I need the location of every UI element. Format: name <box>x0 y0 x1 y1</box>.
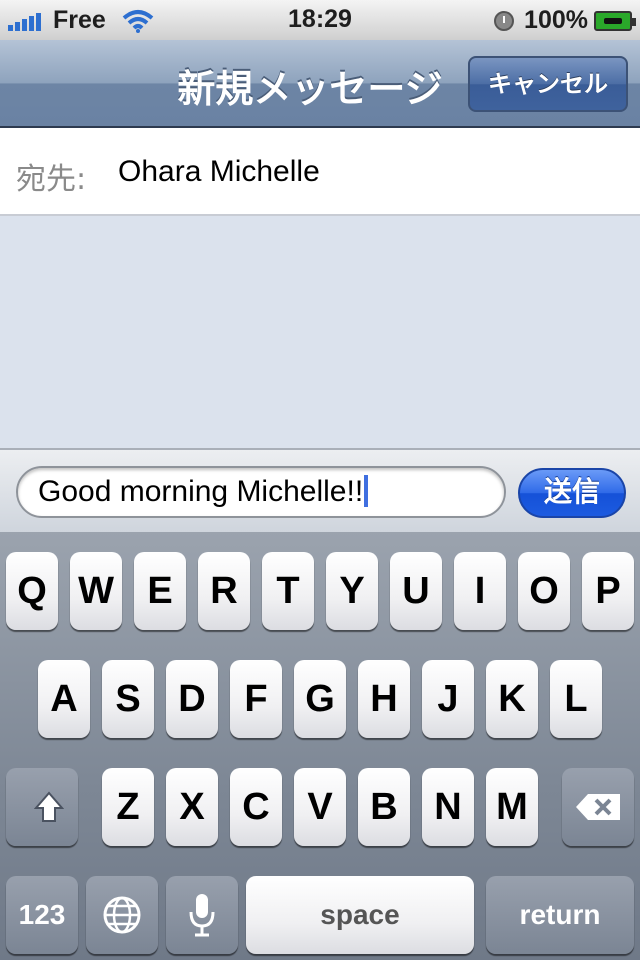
key-y[interactable]: Y <box>326 552 378 630</box>
key-m[interactable]: M <box>486 768 538 846</box>
backspace-icon <box>576 794 620 820</box>
backspace-key[interactable] <box>562 768 634 846</box>
compose-bar: Good morning Michelle!! 送信 <box>0 448 640 532</box>
microphone-key[interactable] <box>166 876 238 954</box>
page-title: 新規メッセージ <box>177 67 443 111</box>
key-q[interactable]: Q <box>6 552 58 630</box>
key-f[interactable]: F <box>230 660 282 738</box>
space-key[interactable]: space <box>246 876 474 954</box>
to-label: 宛先: <box>16 162 87 197</box>
battery-percentage: 100% <box>524 6 588 34</box>
navigation-bar: 新規メッセージ キャンセル <box>0 40 640 128</box>
key-p[interactable]: P <box>582 552 634 630</box>
message-text: Good morning Michelle!! <box>38 475 364 508</box>
return-key[interactable]: return <box>486 876 634 954</box>
key-h[interactable]: H <box>358 660 410 738</box>
key-b[interactable]: B <box>358 768 410 846</box>
key-j[interactable]: J <box>422 660 474 738</box>
cancel-button[interactable]: キャンセル <box>468 56 628 112</box>
key-i[interactable]: I <box>454 552 506 630</box>
recipient-field[interactable]: 宛先: Ohara Michelle <box>0 128 640 216</box>
shift-icon <box>34 791 64 822</box>
alarm-icon <box>494 10 515 31</box>
key-e[interactable]: E <box>134 552 186 630</box>
send-button[interactable]: 送信 <box>518 468 626 518</box>
globe-key[interactable] <box>86 876 158 954</box>
battery-charging-icon <box>594 10 636 31</box>
key-s[interactable]: S <box>102 660 154 738</box>
key-w[interactable]: W <box>70 552 122 630</box>
message-input[interactable]: Good morning Michelle!! <box>16 466 506 518</box>
numbers-key[interactable]: 123 <box>6 876 78 954</box>
key-u[interactable]: U <box>390 552 442 630</box>
key-k[interactable]: K <box>486 660 538 738</box>
key-r[interactable]: R <box>198 552 250 630</box>
key-z[interactable]: Z <box>102 768 154 846</box>
key-a[interactable]: A <box>38 660 90 738</box>
shift-key[interactable] <box>6 768 78 846</box>
key-x[interactable]: X <box>166 768 218 846</box>
status-bar: Free 18:29 100% <box>0 0 640 40</box>
key-n[interactable]: N <box>422 768 474 846</box>
status-right-group: 100% <box>494 6 636 35</box>
globe-icon <box>103 896 141 934</box>
key-t[interactable]: T <box>262 552 314 630</box>
key-c[interactable]: C <box>230 768 282 846</box>
key-l[interactable]: L <box>550 660 602 738</box>
recipient-name[interactable]: Ohara Michelle <box>118 155 320 189</box>
key-g[interactable]: G <box>294 660 346 738</box>
microphone-icon <box>189 894 215 937</box>
text-cursor <box>364 475 369 507</box>
key-o[interactable]: O <box>518 552 570 630</box>
conversation-area <box>0 216 640 448</box>
key-v[interactable]: V <box>294 768 346 846</box>
keyboard: Q W E R T Y U I O P A S D F G H J K L Z … <box>0 532 640 960</box>
key-d[interactable]: D <box>166 660 218 738</box>
